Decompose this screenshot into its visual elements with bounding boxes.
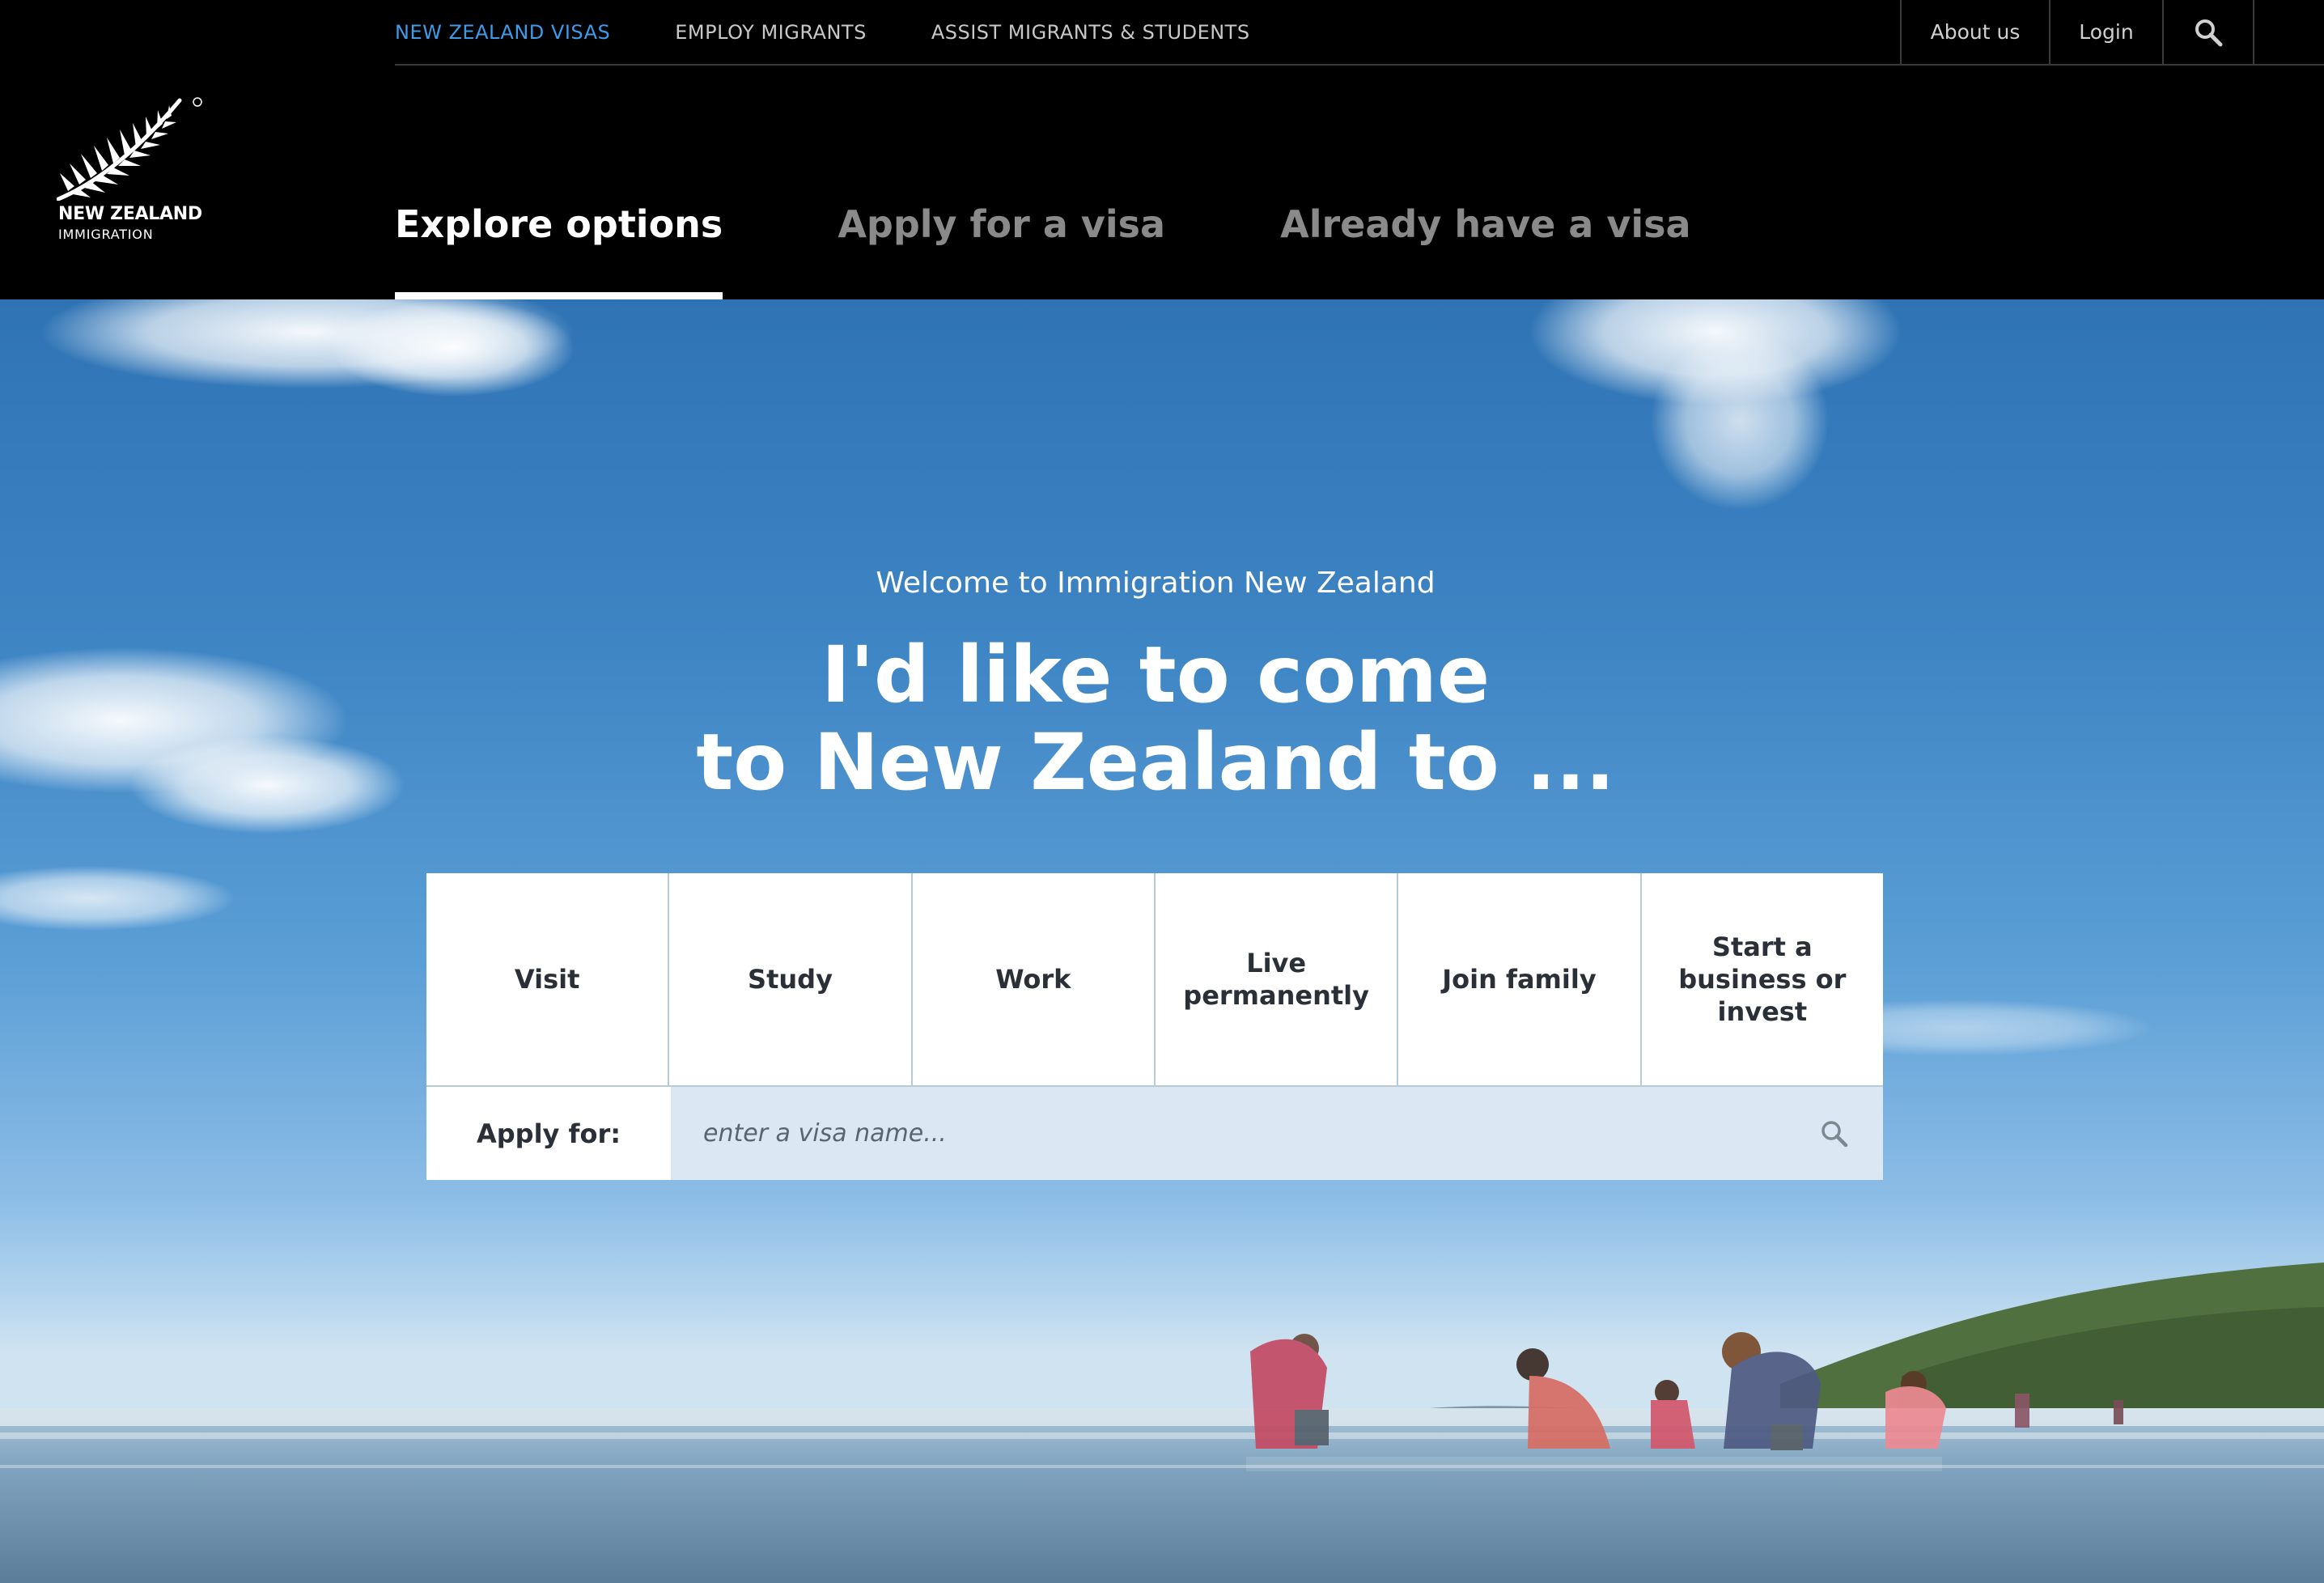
search-icon	[2195, 19, 2223, 46]
hero-section: Welcome to Immigration New Zealand I'd l…	[0, 299, 2324, 1583]
tab-explore-options[interactable]: Explore options	[395, 202, 723, 299]
utility-link-assist-migrants[interactable]: ASSIST MIGRANTS & STUDENTS	[931, 21, 1250, 44]
logo-text-new-zealand: NEW ZEALAND	[58, 204, 202, 224]
option-business-invest[interactable]: Start a business or invest	[1642, 873, 1883, 1085]
tab-apply-for-visa[interactable]: Apply for a visa	[838, 202, 1165, 299]
visa-search-wrapper	[671, 1085, 1883, 1180]
utility-link-employ-migrants[interactable]: EMPLOY MIGRANTS	[675, 21, 867, 44]
site-header: NEW ZEALAND VISAS EMPLOY MIGRANTS ASSIST…	[0, 0, 2324, 299]
visa-name-search-input[interactable]	[671, 1087, 1883, 1180]
option-work[interactable]: Work	[913, 873, 1156, 1085]
welcome-text: Welcome to Immigration New Zealand	[876, 567, 1436, 600]
utility-right: About us Login	[1900, 0, 2254, 64]
purpose-options: Visit Study Work Live permanently Join f…	[426, 873, 1883, 1085]
option-join-family[interactable]: Join family	[1398, 873, 1642, 1085]
utility-bar: NEW ZEALAND VISAS EMPLOY MIGRANTS ASSIST…	[395, 0, 2324, 66]
option-live-permanently[interactable]: Live permanently	[1156, 873, 1399, 1085]
about-us-link[interactable]: About us	[1900, 0, 2049, 64]
utility-link-nz-visas[interactable]: NEW ZEALAND VISAS	[395, 21, 610, 44]
option-visit[interactable]: Visit	[426, 873, 670, 1085]
headline-line-1: I'd like to come	[821, 630, 1491, 720]
search-icon[interactable]	[1818, 1118, 1851, 1150]
logo-text-immigration: IMMIGRATION	[58, 227, 154, 242]
silver-fern-icon	[57, 97, 202, 201]
main-nav: Explore options Apply for a visa Already…	[395, 202, 1806, 299]
hero-headline: I'd like to come to New Zealand to ...	[0, 631, 2311, 806]
apply-for-visa-bar: Apply for:	[426, 1085, 1883, 1180]
login-link[interactable]: Login	[2049, 0, 2162, 64]
header-search-button[interactable]	[2162, 0, 2254, 64]
headline-line-2: to New Zealand to ...	[696, 717, 1615, 808]
option-study[interactable]: Study	[669, 873, 913, 1085]
apply-for-label: Apply for:	[426, 1085, 671, 1180]
utility-links: NEW ZEALAND VISAS EMPLOY MIGRANTS ASSIST…	[395, 0, 1315, 64]
nz-immigration-logo[interactable]: NEW ZEALAND IMMIGRATION	[57, 95, 210, 249]
tab-already-have-visa[interactable]: Already have a visa	[1280, 202, 1690, 299]
